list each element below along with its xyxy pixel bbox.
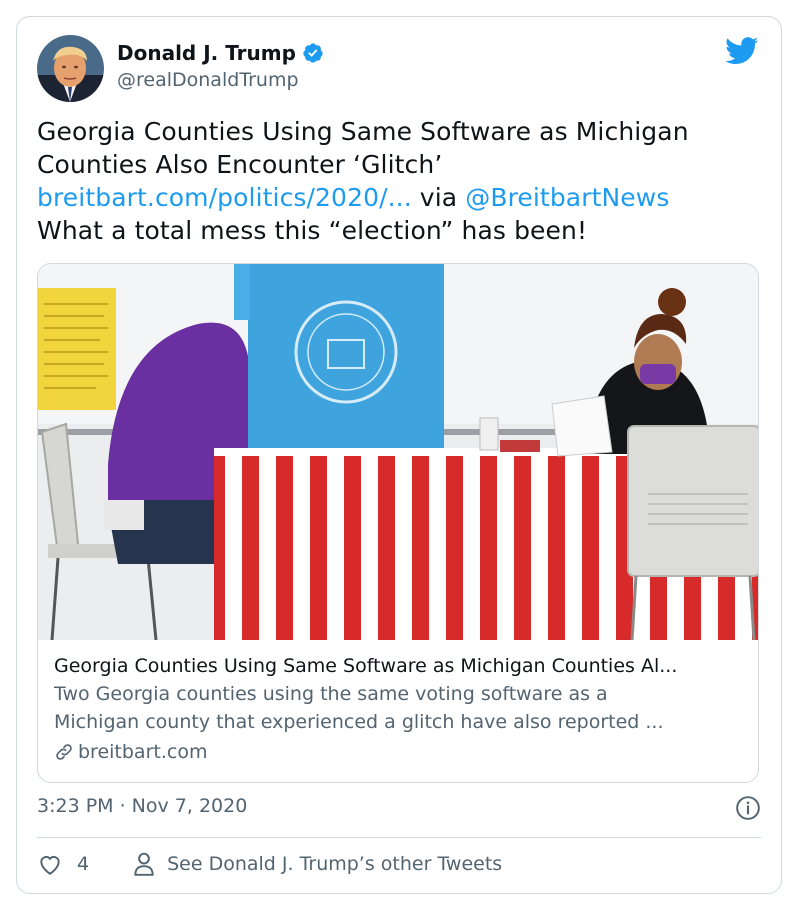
like-button[interactable]: 4 — [37, 852, 89, 876]
tweet-timestamp[interactable]: 3:23 PM · Nov 7, 2020 — [37, 795, 247, 817]
tweet-line-4: What a total mess this “election” has be… — [37, 216, 588, 245]
preview-domain[interactable]: breitbart.com — [78, 738, 207, 766]
mention-link[interactable]: @BreitbartNews — [465, 183, 669, 212]
footer-divider — [37, 837, 761, 838]
avatar[interactable] — [37, 35, 104, 102]
info-icon[interactable] — [735, 795, 761, 821]
tweet-actions: 4 See Donald J. Trump’s other Tweets — [37, 851, 502, 877]
twitter-bird-icon[interactable] — [725, 37, 759, 65]
see-other-tweets-button[interactable]: See Donald J. Trump’s other Tweets — [133, 851, 502, 877]
tweet-line-1: Georgia Counties Using Same Software as … — [37, 117, 689, 146]
preview-description-1: Two Georgia counties using the same voti… — [54, 683, 608, 705]
preview-image[interactable] — [38, 264, 759, 640]
tweet-line-2: Counties Also Encounter ‘Glitch’ — [37, 150, 443, 179]
preview-description-2: Michigan county that experienced a glitc… — [54, 711, 664, 733]
link-preview-card[interactable]: Georgia Counties Using Same Software as … — [37, 263, 759, 783]
tweet-card: Donald J. Trump @realDonaldTrump Georgia… — [16, 16, 782, 894]
preview-title[interactable]: Georgia Counties Using Same Software as … — [54, 652, 744, 680]
tweet-line-3: breitbart.com/politics/2020/... via @Bre… — [37, 181, 757, 214]
heart-icon — [40, 856, 60, 875]
tweet-text: Georgia Counties Using Same Software as … — [37, 115, 757, 247]
article-link[interactable]: breitbart.com/politics/2020/... — [37, 183, 412, 212]
author-handle[interactable]: @realDonaldTrump — [117, 69, 299, 91]
person-icon — [134, 852, 154, 876]
verified-badge-icon — [303, 43, 323, 63]
like-count: 4 — [77, 853, 90, 875]
preview-meta[interactable]: Georgia Counties Using Same Software as … — [54, 652, 744, 766]
see-other-tweets-label[interactable]: See Donald J. Trump’s other Tweets — [167, 853, 502, 875]
author-name[interactable]: Donald J. Trump — [117, 41, 296, 65]
author-row[interactable]: Donald J. Trump — [117, 41, 324, 65]
preview-domain-row[interactable]: breitbart.com — [54, 738, 744, 766]
via-text: via — [411, 183, 466, 212]
link-icon — [56, 744, 72, 760]
